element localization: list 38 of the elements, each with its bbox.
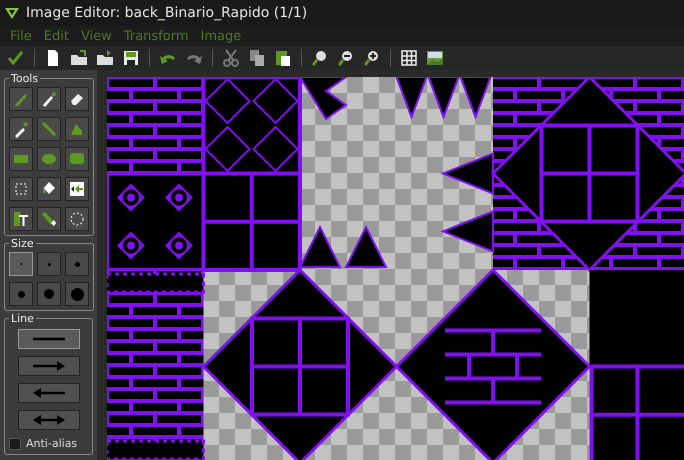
- tool-button[interactable]: [9, 177, 33, 201]
- copy-icon[interactable]: [247, 48, 267, 68]
- line-icon: [39, 119, 59, 139]
- folder-icon[interactable]: [69, 48, 89, 68]
- menu-item[interactable]: Transform: [122, 28, 190, 44]
- app-logo-icon: [4, 6, 20, 20]
- window-title: Image Editor: back_Binario_Rapido (1/1): [26, 5, 308, 21]
- tileset-drawing[interactable]: [107, 77, 684, 460]
- tool-button[interactable]: [9, 117, 33, 141]
- tool-button[interactable]: [9, 207, 33, 231]
- image-icon[interactable]: [425, 48, 445, 68]
- tool-button[interactable]: [37, 177, 61, 201]
- tool-button[interactable]: [37, 207, 61, 231]
- dot-icon: [70, 288, 84, 300]
- group-title: Size: [10, 237, 35, 250]
- clipboard-icon[interactable]: [273, 48, 293, 68]
- dot-icon: [48, 262, 50, 266]
- checkbox-label: Anti-alias: [26, 437, 78, 450]
- group-title: Line: [10, 312, 35, 325]
- grid-icon[interactable]: [399, 48, 419, 68]
- tool-button[interactable]: [65, 177, 89, 201]
- line-style-button[interactable]: [18, 329, 80, 349]
- group-title: Tools: [10, 72, 40, 85]
- tool-button[interactable]: [65, 87, 89, 111]
- checkmark-icon[interactable]: [6, 48, 26, 68]
- menu-item[interactable]: View: [78, 28, 114, 44]
- anti-alias-checkbox[interactable]: [9, 438, 21, 450]
- folder-icon[interactable]: [95, 48, 115, 68]
- tool-button[interactable]: [37, 87, 61, 111]
- dot-icon: [18, 290, 24, 298]
- dot-icon: [74, 262, 80, 266]
- text-icon: [11, 209, 31, 229]
- menu-item[interactable]: Image: [198, 28, 244, 44]
- menu-item[interactable]: Edit: [42, 28, 71, 44]
- dot-icon: [44, 289, 54, 299]
- scissors-icon[interactable]: [221, 48, 241, 68]
- menu-item[interactable]: File: [8, 28, 34, 44]
- tool-button[interactable]: [65, 207, 89, 231]
